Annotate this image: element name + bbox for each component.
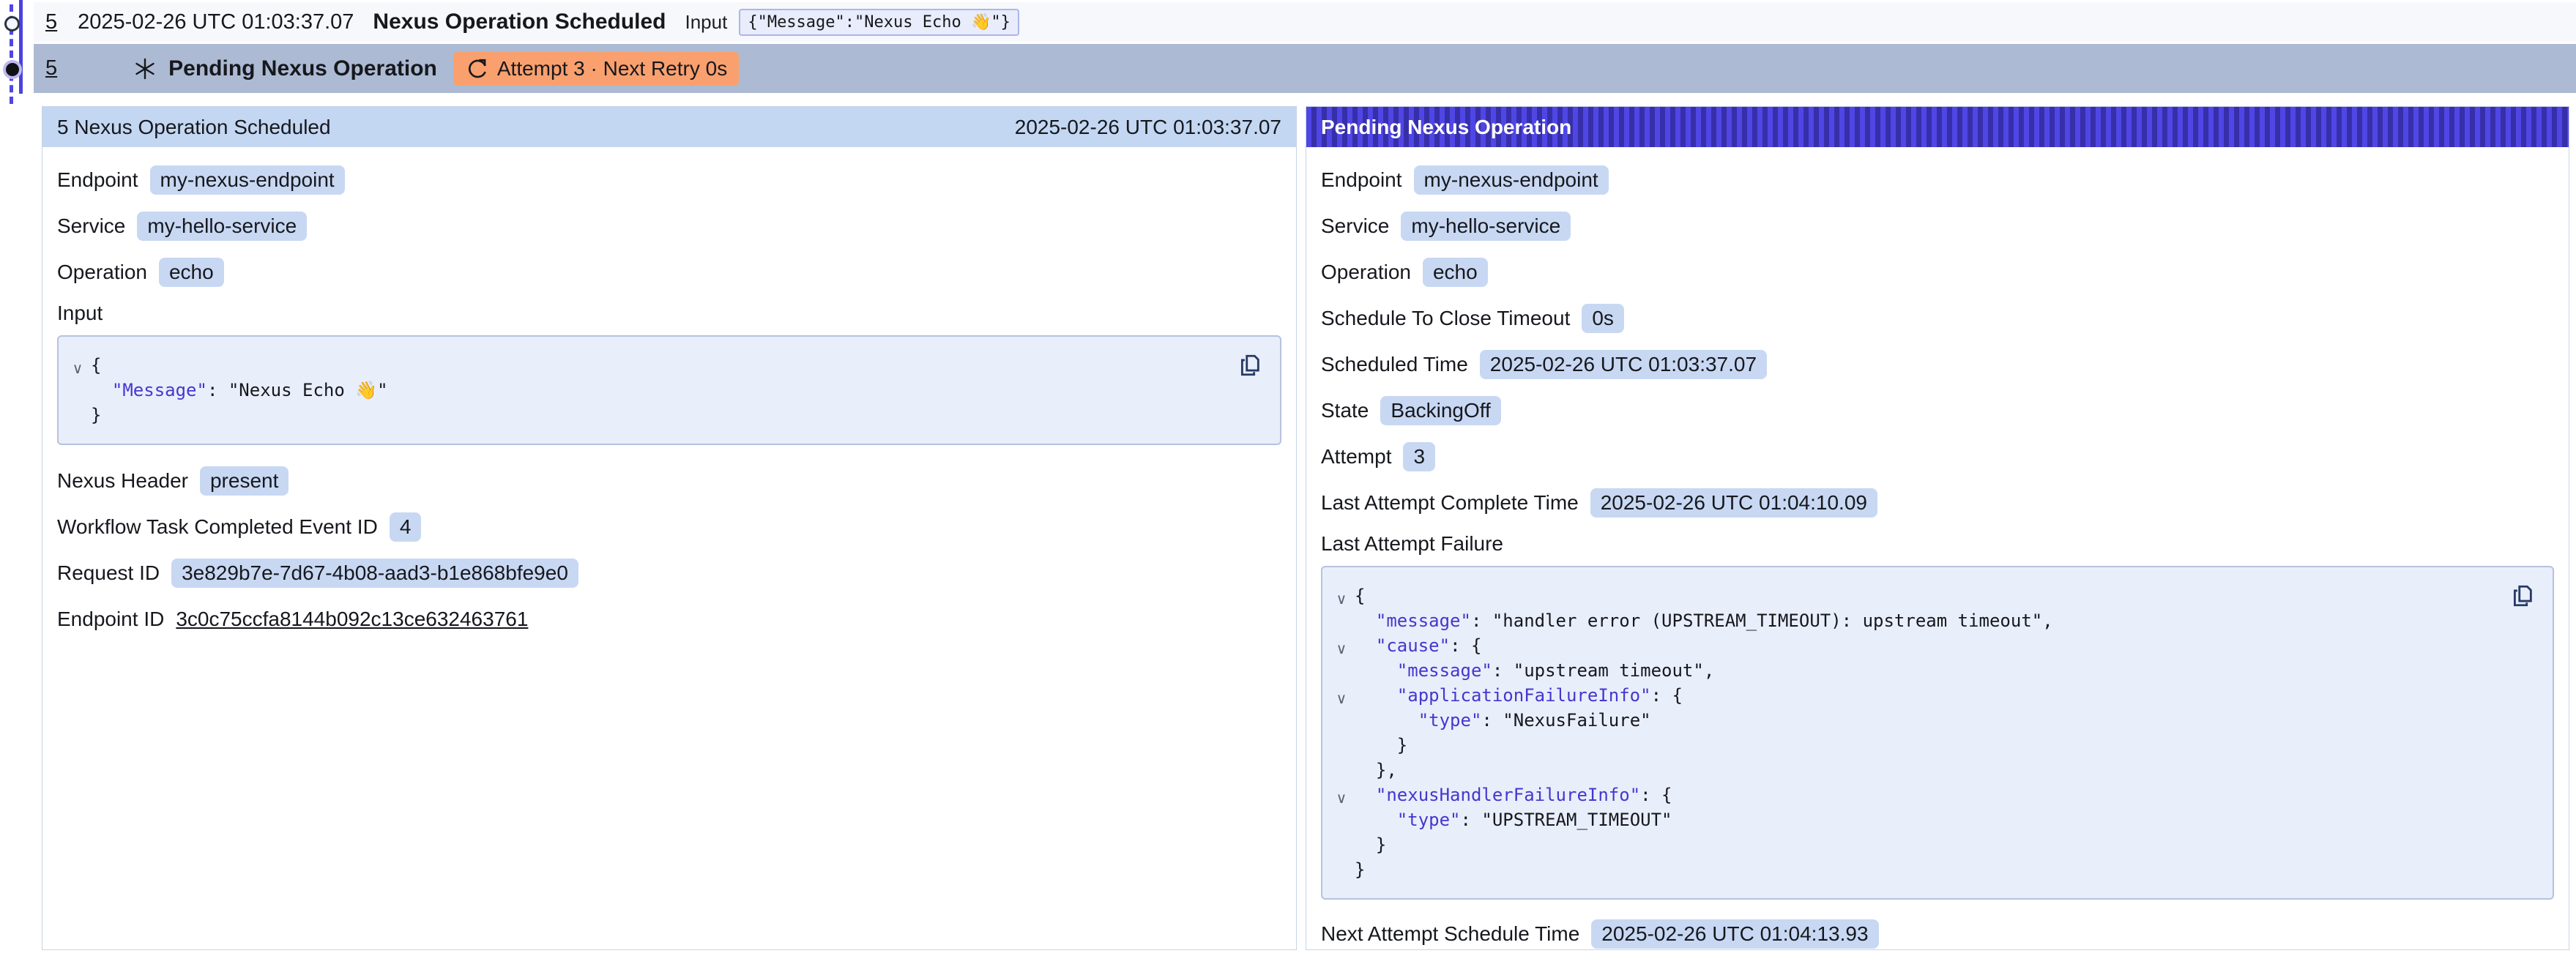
pending-panel-header: Pending Nexus Operation xyxy=(1306,107,2569,147)
attempt-badge: 3 xyxy=(1403,442,1435,471)
event-id-link[interactable]: 5 xyxy=(45,10,57,34)
operation-badge: echo xyxy=(1423,258,1488,287)
collapse-caret-icon[interactable]: ∨ xyxy=(1328,687,1355,712)
code-line-text: } xyxy=(91,403,101,427)
field-schedule-to-close-timeout: Schedule To Close Timeout 0s xyxy=(1321,302,2554,335)
wtc-event-id-badge: 4 xyxy=(390,512,422,542)
code-line-text: "type": "NexusFailure" xyxy=(1355,708,1651,733)
scheduled-event-panel: 5 Nexus Operation Scheduled 2025-02-26 U… xyxy=(42,106,1297,950)
event-id-link[interactable]: 5 xyxy=(45,56,57,81)
next-attempt-schedule-time-badge: 2025-02-26 UTC 01:04:13.93 xyxy=(1591,919,1878,949)
input-json-block: ∨{ "Message": "Nexus Echo 👋"} xyxy=(57,335,1281,445)
code-line-text: } xyxy=(1355,857,1365,882)
event-timestamp: 2025-02-26 UTC 01:03:37.07 xyxy=(78,10,354,34)
collapse-caret-icon[interactable]: ∨ xyxy=(1328,786,1355,811)
field-state: State BackingOff xyxy=(1321,394,2554,427)
copy-icon xyxy=(1237,353,1262,378)
copy-icon-button[interactable] xyxy=(1237,351,1265,379)
workflow-event-history-page: { "event_rows": { "scheduled": { "id": "… xyxy=(0,0,2576,956)
gutter-spacer xyxy=(1328,761,1355,786)
timeline-node-selected xyxy=(6,63,19,76)
schedule-to-close-timeout-badge: 0s xyxy=(1582,304,1624,333)
field-endpoint: Endpoint my-nexus-endpoint xyxy=(1321,163,2554,197)
scheduled-panel-title: 5 Nexus Operation Scheduled xyxy=(57,116,331,139)
last-attempt-failure-label: Last Attempt Failure xyxy=(1321,532,2554,557)
collapse-caret-icon[interactable]: ∨ xyxy=(1328,637,1355,662)
collapse-caret-icon[interactable]: ∨ xyxy=(64,356,91,381)
service-badge: my-hello-service xyxy=(137,212,307,241)
event-detail-panels: 5 Nexus Operation Scheduled 2025-02-26 U… xyxy=(42,106,2569,950)
endpoint-badge: my-nexus-endpoint xyxy=(150,165,345,195)
gutter-spacer xyxy=(1328,861,1355,886)
scheduled-time-badge: 2025-02-26 UTC 01:03:37.07 xyxy=(1480,350,1767,379)
pending-operation-title: Pending Nexus Operation xyxy=(168,56,437,81)
timeline-node-open xyxy=(4,16,20,31)
gutter-spacer xyxy=(1328,836,1355,861)
gutter-spacer xyxy=(1328,736,1355,761)
code-line-text: "nexusHandlerFailureInfo": { xyxy=(1355,783,1672,807)
state-badge: BackingOff xyxy=(1380,396,1500,425)
input-section-label: Input xyxy=(57,302,1281,326)
field-service: Service my-hello-service xyxy=(1321,209,2554,243)
code-line-text: "message": "handler error (UPSTREAM_TIME… xyxy=(1355,608,2053,633)
code-line-text: }, xyxy=(1355,758,1397,783)
field-service: Service my-hello-service xyxy=(57,209,1281,243)
field-request-id: Request ID 3e829b7e-7d67-4b08-aad3-b1e86… xyxy=(57,556,1281,590)
event-row-pending-nexus-operation[interactable]: 5 Pending Nexus Operation Attempt 3 · Ne… xyxy=(34,44,2576,93)
endpoint-badge: my-nexus-endpoint xyxy=(1414,165,1609,195)
code-line-text: "Message": "Nexus Echo 👋" xyxy=(91,378,388,403)
service-badge: my-hello-service xyxy=(1401,212,1571,241)
field-operation: Operation echo xyxy=(57,255,1281,289)
operation-badge: echo xyxy=(159,258,224,287)
field-next-attempt-schedule-time: Next Attempt Schedule Time 2025-02-26 UT… xyxy=(1321,917,2554,950)
gutter-spacer xyxy=(64,381,91,406)
retry-icon xyxy=(465,57,488,81)
field-endpoint: Endpoint my-nexus-endpoint xyxy=(57,163,1281,197)
gutter-spacer xyxy=(1328,662,1355,687)
collapse-caret-icon[interactable]: ∨ xyxy=(1328,587,1355,612)
request-id-badge: 3e829b7e-7d67-4b08-aad3-b1e868bfe9e0 xyxy=(171,559,578,588)
code-line-text: { xyxy=(91,353,101,378)
field-scheduled-time: Scheduled Time 2025-02-26 UTC 01:03:37.0… xyxy=(1321,348,2554,381)
nexus-header-badge: present xyxy=(200,466,289,496)
nexus-asterisk-icon xyxy=(132,56,158,82)
field-nexus-header: Nexus Header present xyxy=(57,464,1281,498)
code-line-text: "applicationFailureInfo": { xyxy=(1355,683,1683,708)
endpoint-id-link[interactable]: 3c0c75ccfa8144b092c13ce632463761 xyxy=(176,608,528,631)
pending-panel-title: Pending Nexus Operation xyxy=(1321,116,1571,139)
field-workflow-task-completed-event-id: Workflow Task Completed Event ID 4 xyxy=(57,510,1281,544)
pending-operation-panel: Pending Nexus Operation Endpoint my-nexu… xyxy=(1306,106,2569,950)
last-attempt-complete-time-badge: 2025-02-26 UTC 01:04:10.09 xyxy=(1590,488,1877,518)
gutter-spacer xyxy=(1328,612,1355,637)
code-line-text: "message": "upstream timeout", xyxy=(1355,658,1714,683)
retry-attempt-badge: Attempt 3 · Next Retry 0s xyxy=(453,52,739,86)
copy-icon-button[interactable] xyxy=(2510,582,2538,610)
code-line-text: } xyxy=(1355,733,1407,758)
code-line-text: "type": "UPSTREAM_TIMEOUT" xyxy=(1355,807,1672,832)
timeline-active-bar xyxy=(19,0,23,94)
last-attempt-failure-json-block: ∨{ "message": "handler error (UPSTREAM_T… xyxy=(1321,566,2554,900)
gutter-spacer xyxy=(64,406,91,431)
code-line-text: { xyxy=(1355,583,1365,608)
event-title: Nexus Operation Scheduled xyxy=(373,10,666,34)
copy-icon xyxy=(2510,583,2535,608)
gutter-spacer xyxy=(1328,712,1355,736)
scheduled-panel-time: 2025-02-26 UTC 01:03:37.07 xyxy=(1015,116,1281,139)
gutter-spacer xyxy=(1328,811,1355,836)
scheduled-panel-header: 5 Nexus Operation Scheduled 2025-02-26 U… xyxy=(42,107,1296,147)
field-attempt: Attempt 3 xyxy=(1321,440,2554,474)
event-rows: 5 2025-02-26 UTC 01:03:37.07 Nexus Opera… xyxy=(0,0,2576,93)
event-input-chip[interactable]: {"Message":"Nexus Echo 👋"} xyxy=(739,9,1019,36)
code-line-text: "cause": { xyxy=(1355,633,1481,658)
field-endpoint-id: Endpoint ID 3c0c75ccfa8144b092c13ce63246… xyxy=(57,602,1281,636)
code-line-text: } xyxy=(1355,832,1386,857)
event-input-label: Input xyxy=(685,11,728,34)
field-last-attempt-complete-time: Last Attempt Complete Time 2025-02-26 UT… xyxy=(1321,486,2554,520)
field-operation: Operation echo xyxy=(1321,255,2554,289)
event-row-nexus-operation-scheduled[interactable]: 5 2025-02-26 UTC 01:03:37.07 Nexus Opera… xyxy=(34,2,2576,42)
